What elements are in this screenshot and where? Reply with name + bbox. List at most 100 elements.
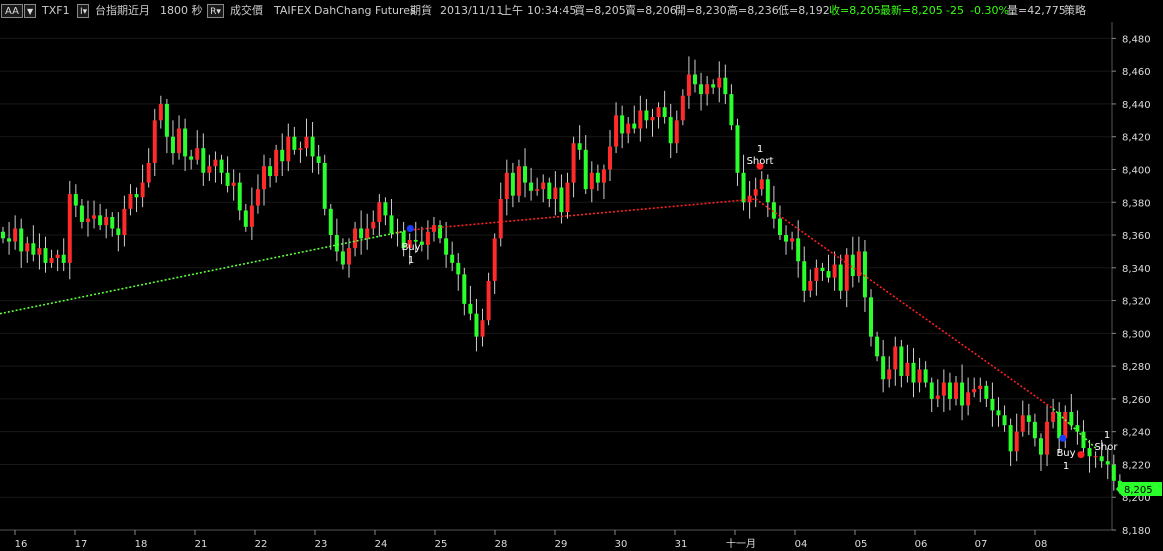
- candle-down: [632, 123, 637, 129]
- y-tick-label: 8,440: [1122, 100, 1151, 111]
- x-tick-label: 06: [915, 539, 928, 550]
- candle-down: [1032, 421, 1037, 439]
- candle-up: [686, 74, 691, 96]
- candle-up: [978, 385, 983, 390]
- candle-up: [650, 117, 655, 121]
- candle-up: [498, 198, 503, 239]
- last-price-tag: 8,205: [1116, 482, 1162, 497]
- candle-up: [55, 254, 60, 258]
- candle-up: [504, 172, 509, 199]
- candle-up: [856, 251, 861, 276]
- candle-up: [553, 187, 558, 199]
- ampm-label: 上午: [501, 4, 523, 17]
- date-label: 2013/11/11: [440, 4, 504, 17]
- candle-down: [692, 74, 697, 85]
- candle-up: [304, 136, 309, 149]
- candle-down: [990, 398, 995, 411]
- candle-up: [1020, 415, 1025, 432]
- candle-up: [92, 215, 97, 219]
- candle-up: [887, 369, 892, 380]
- x-tick-label: 22: [255, 539, 268, 550]
- candle-down: [219, 159, 224, 173]
- last-price-label: 8,205: [1124, 485, 1153, 496]
- candle-up: [152, 120, 157, 163]
- price-chart[interactable]: Buy11ShortBuy11Shor 8,1808,2008,2208,240…: [0, 22, 1163, 551]
- candle-down: [268, 166, 273, 177]
- candle-up: [274, 149, 279, 177]
- interval-toggle-icon[interactable]: I▾: [77, 4, 89, 18]
- y-tick-label: 8,300: [1122, 329, 1151, 340]
- candle-down: [620, 115, 625, 134]
- candle-up: [601, 169, 606, 183]
- candle-down: [741, 172, 746, 203]
- candle-down: [322, 162, 327, 209]
- candle-down: [79, 205, 84, 222]
- candle-up: [1045, 421, 1050, 455]
- y-tick-label: 8,240: [1122, 428, 1151, 439]
- candle-down: [559, 187, 564, 213]
- candle-down: [43, 248, 48, 263]
- candle-up: [13, 228, 18, 242]
- x-tick-label: 17: [75, 539, 88, 550]
- buy-signal-icon: [406, 224, 414, 232]
- candle-up: [656, 107, 661, 118]
- display-mode-button[interactable]: AA: [1, 4, 23, 18]
- candle-down: [334, 235, 339, 252]
- refresh-icon[interactable]: R▾: [207, 4, 224, 18]
- candle-down: [383, 202, 388, 216]
- candle-down: [468, 303, 473, 314]
- interval-label[interactable]: 1800 秒: [160, 0, 203, 22]
- candle-up: [255, 189, 260, 206]
- candle-down: [73, 194, 78, 206]
- candle-down: [577, 143, 582, 150]
- candle-down: [523, 166, 528, 183]
- candle-down: [838, 264, 843, 291]
- x-tick-label: 31: [675, 539, 688, 550]
- candle-down: [929, 382, 934, 399]
- candle-down: [19, 228, 24, 252]
- candle-up: [371, 221, 376, 229]
- candle-up: [298, 148, 303, 150]
- candle-up: [705, 84, 710, 95]
- candle-down: [7, 238, 12, 242]
- open-label: 開=8,230: [675, 4, 727, 17]
- candle-up: [589, 172, 594, 190]
- candle-up: [917, 369, 922, 383]
- candle-down: [170, 136, 175, 154]
- candle-up: [486, 280, 491, 321]
- strategy-button[interactable]: 策略: [1064, 0, 1086, 22]
- candle-down: [280, 149, 285, 162]
- candle-down: [98, 215, 103, 226]
- candle-down: [116, 228, 121, 236]
- candle-down: [881, 356, 886, 380]
- candle-down: [225, 172, 230, 186]
- candle-down: [1105, 461, 1110, 465]
- candle-down: [359, 228, 364, 239]
- x-tick-label: 05: [855, 539, 868, 550]
- short-signal-label: Shor: [1095, 442, 1119, 453]
- symbol-label[interactable]: TXF1: [42, 0, 70, 22]
- candle-down: [735, 125, 740, 173]
- candle-up: [638, 110, 643, 129]
- x-tick-label: 18: [135, 539, 148, 550]
- candle-up: [195, 148, 200, 160]
- candle-up: [680, 95, 685, 121]
- candle-down: [699, 84, 704, 95]
- candle-up: [85, 218, 90, 222]
- x-tick-label: 23: [315, 539, 328, 550]
- candle-down: [529, 182, 534, 191]
- candle-down: [510, 172, 515, 196]
- dropdown-arrow-icon[interactable]: ▼: [24, 4, 36, 18]
- candle-down: [595, 172, 600, 183]
- candle-down: [947, 382, 952, 399]
- candle-up: [814, 267, 819, 281]
- candle-up: [425, 231, 430, 245]
- candle-up: [674, 120, 679, 144]
- candle-down: [164, 103, 169, 137]
- candle-down: [923, 369, 928, 383]
- last-label: 最新=8,205: [880, 4, 943, 17]
- buy-signal-label: Buy: [1056, 448, 1075, 459]
- y-tick-label: 8,480: [1122, 34, 1151, 45]
- y-tick-label: 8,340: [1122, 264, 1151, 275]
- candle-up: [140, 182, 145, 198]
